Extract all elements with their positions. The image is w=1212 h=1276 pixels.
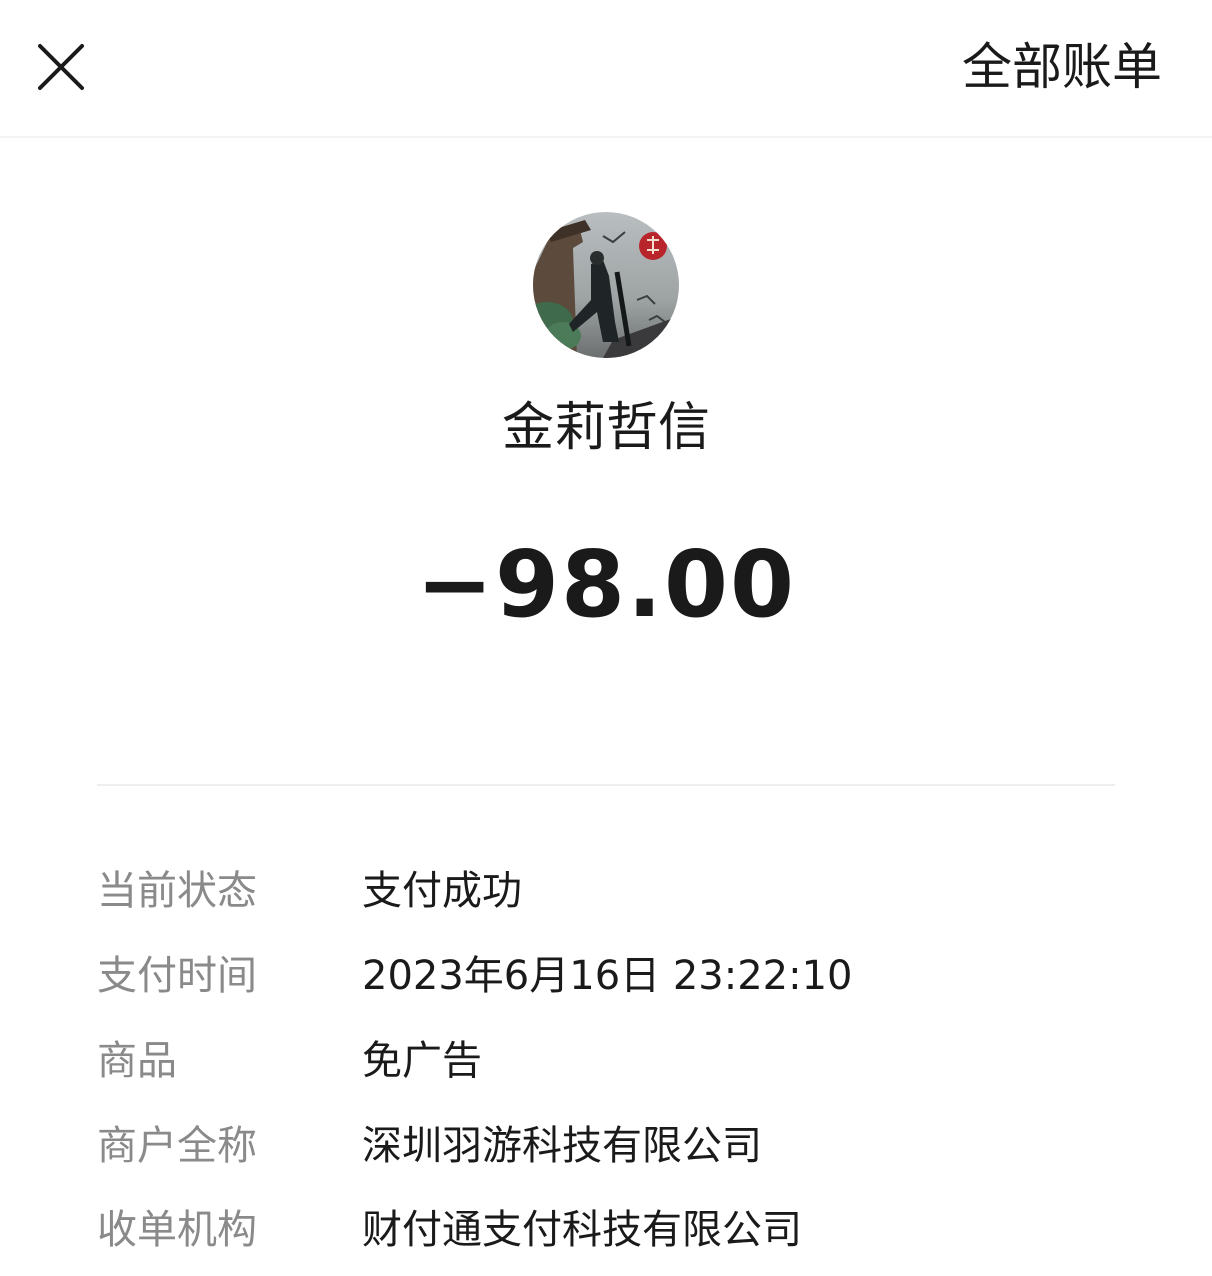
merchant-avatar bbox=[533, 212, 679, 358]
detail-value: 免广告 bbox=[362, 1038, 482, 1084]
detail-row-acquirer: 收单机构 财付通支付科技有限公司 bbox=[97, 1200, 1115, 1260]
detail-value: 深圳羽游科技有限公司 bbox=[362, 1123, 762, 1169]
detail-label: 当前状态 bbox=[97, 868, 257, 914]
top-bar: 全部账单 bbox=[0, 0, 1212, 138]
detail-label: 商户全称 bbox=[97, 1123, 257, 1169]
transaction-amount: −98.00 bbox=[415, 531, 797, 638]
detail-row-status: 当前状态 支付成功 bbox=[97, 861, 1115, 921]
detail-row-product: 商品 免广告 bbox=[97, 1031, 1115, 1091]
merchant-name: 金莉哲信 bbox=[501, 398, 710, 458]
all-bills-button[interactable]: 全部账单 bbox=[962, 34, 1162, 100]
detail-label: 商品 bbox=[97, 1038, 177, 1084]
detail-row-pay-time: 支付时间 2023年6月16日 23:22:10 bbox=[97, 946, 1115, 1006]
close-icon bbox=[38, 44, 84, 90]
close-button[interactable] bbox=[30, 36, 92, 98]
detail-row-merchant-fullname: 商户全称 深圳羽游科技有限公司 bbox=[97, 1116, 1115, 1176]
detail-value: 财付通支付科技有限公司 bbox=[362, 1207, 802, 1253]
detail-value: 支付成功 bbox=[362, 868, 522, 914]
detail-value: 2023年6月16日 23:22:10 bbox=[362, 953, 853, 999]
detail-label: 收单机构 bbox=[97, 1207, 257, 1253]
divider bbox=[97, 784, 1115, 786]
detail-label: 支付时间 bbox=[97, 953, 257, 999]
